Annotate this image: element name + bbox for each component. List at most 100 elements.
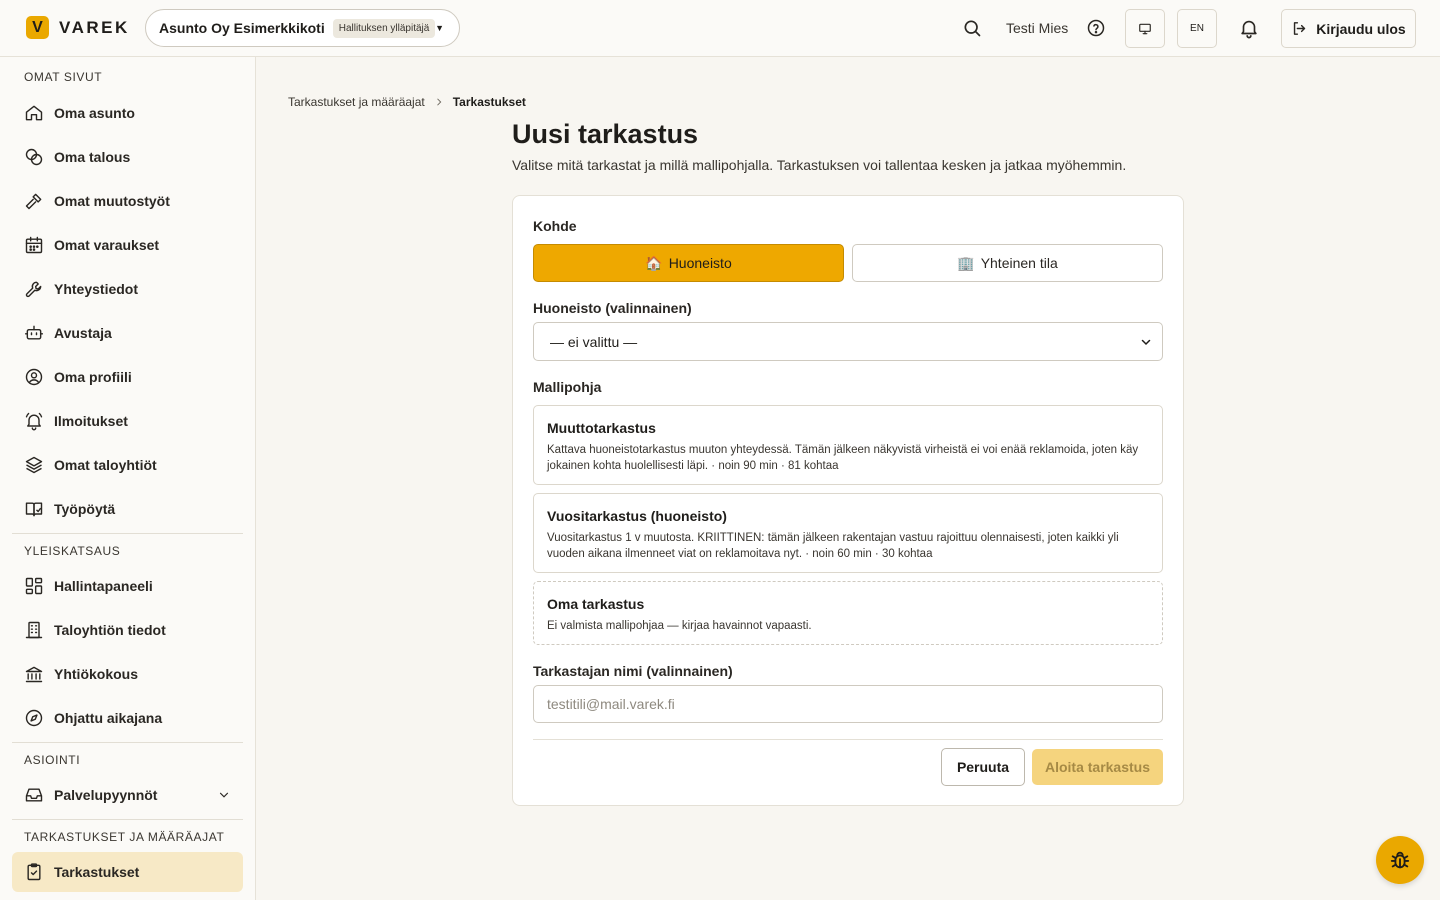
building-icon <box>25 621 43 639</box>
sidebar-item-yhtiokokous[interactable]: Yhtiökokous <box>12 654 243 694</box>
form-divider <box>533 739 1163 740</box>
landmark-icon <box>25 666 43 683</box>
template-description: Ei valmista mallipohjaa — kirjaa havainn… <box>547 620 812 632</box>
display-mode-button[interactable] <box>1125 9 1165 48</box>
huoneisto-select[interactable]: — ei valittu — <box>533 322 1163 361</box>
language-button[interactable]: EN <box>1177 9 1217 48</box>
hammer-icon <box>25 193 42 210</box>
sidebar-item-yhteystiedot[interactable]: Yhteystiedot <box>12 269 243 309</box>
template-title: Vuositarkastus (huoneisto) <box>547 508 727 524</box>
sidebar-item-hallintapaneeli[interactable]: Hallintapaneeli <box>12 566 243 606</box>
cancel-button[interactable]: Peruuta <box>941 748 1025 786</box>
clipboard-check-icon <box>27 863 41 881</box>
sidebar-item-oma-talous[interactable]: Oma talous <box>12 137 243 177</box>
sidebar-item-label: Hallintapaneeli <box>54 578 153 594</box>
template-option-oma-tarkastus[interactable]: Oma tarkastus Ei valmista mallipohjaa — … <box>533 581 1163 645</box>
template-option-vuositarkastus[interactable]: Vuositarkastus (huoneisto) Vuositarkastu… <box>533 493 1163 573</box>
breadcrumb-current: Tarkastukset <box>452 95 526 109</box>
start-inspection-button[interactable]: Aloita tarkastus <box>1032 749 1163 785</box>
kohde-label: Kohde <box>533 218 577 234</box>
organization-name: Asunto Oy Esimerkkikoti <box>159 20 325 36</box>
sidebar-divider <box>12 819 243 820</box>
chevron-down-icon <box>1141 339 1151 346</box>
sidebar-item-oma-profiili[interactable]: Oma profiili <box>12 357 243 397</box>
sidebar-item-avustaja[interactable]: Avustaja <box>12 313 243 353</box>
sidebar-item-palvelupyynnot[interactable]: Palvelupyynnöt <box>12 775 243 815</box>
sidebar-divider <box>12 742 243 743</box>
role-badge: Hallituksen ylläpitäjä <box>332 18 436 38</box>
page-title: Uusi tarkastus <box>512 119 699 149</box>
template-title: Muuttotarkastus <box>547 420 656 436</box>
wrench-icon <box>25 281 42 298</box>
bug-report-button[interactable] <box>1376 836 1424 884</box>
bell-icon[interactable] <box>1238 17 1260 39</box>
kohde-huoneisto-button[interactable]: 🏠 Huoneisto <box>533 244 844 282</box>
sidebar-item-label: Palvelupyynnöt <box>54 787 158 803</box>
sidebar-item-label: Yhteystiedot <box>54 281 139 297</box>
sidebar-item-ilmoitukset[interactable]: Ilmoitukset <box>12 401 243 441</box>
logo-text: VAREK <box>59 17 130 37</box>
sidebar-item-omat-taloyhtiot[interactable]: Omat taloyhtiöt <box>12 445 243 485</box>
kohde-option-label: Yhteinen tila <box>980 255 1058 271</box>
sidebar-item-taloyhtion-tiedot[interactable]: Taloyhtiön tiedot <box>12 610 243 650</box>
page-description: Valitse mitä tarkastat ja millä mallipoh… <box>512 157 1127 173</box>
sidebar-item-label: Oma profiili <box>54 369 132 385</box>
user-name[interactable]: Testi Mies <box>1006 20 1068 36</box>
sidebar-item-label: Yhtiökokous <box>54 666 139 682</box>
sidebar-section-title: TARKASTUKSET JA MÄÄRÄAJAT <box>24 830 225 844</box>
chevron-right-icon <box>437 98 442 106</box>
bot-icon <box>24 325 44 340</box>
sidebar-item-label: Avustaja <box>54 325 112 341</box>
huoneisto-select-value: — ei valittu — <box>550 333 638 350</box>
new-inspection-form: Kohde 🏠 Huoneisto 🏢 Yhteinen tila Huonei… <box>512 195 1184 806</box>
logout-label: Kirjaudu ulos <box>1316 20 1406 37</box>
sidebar-item-oma-asunto[interactable]: Oma asunto <box>12 93 243 133</box>
mallipohja-label: Mallipohja <box>533 379 602 395</box>
template-title: Oma tarkastus <box>547 596 645 612</box>
sidebar-item-label: Oma asunto <box>54 105 135 121</box>
monitor-icon <box>1139 23 1151 34</box>
book-icon <box>25 502 43 517</box>
sidebar-item-omat-muutostyot[interactable]: Omat muutostyöt <box>12 181 243 221</box>
sidebar-divider <box>12 533 243 534</box>
template-option-muuttotarkastus[interactable]: Muuttotarkastus Kattava huoneistotarkast… <box>533 405 1163 485</box>
home-icon <box>25 105 43 121</box>
sidebar-item-label: Taloyhtiön tiedot <box>54 622 166 638</box>
kohde-yhteinen-tila-button[interactable]: 🏢 Yhteinen tila <box>852 244 1163 282</box>
user-circle-icon <box>25 368 43 386</box>
sidebar-section-title: YLEISKATSAUS <box>24 544 121 558</box>
logout-icon <box>1294 22 1306 35</box>
sidebar-item-label: Tarkastukset <box>54 864 140 880</box>
sidebar-section-title: OMAT SIVUT <box>24 70 103 84</box>
logout-button[interactable]: Kirjaudu ulos <box>1281 9 1416 48</box>
organization-select[interactable]: Asunto Oy Esimerkkikoti Hallituksen yllä… <box>145 9 460 47</box>
compass-icon <box>25 709 43 727</box>
office-building-icon: 🏢 <box>957 254 975 271</box>
breadcrumb-parent-link[interactable]: Tarkastukset ja määräajat <box>288 95 425 109</box>
sidebar-item-tarkastukset[interactable]: Tarkastukset <box>12 852 243 892</box>
sidebar-item-ohjattu-aikajana[interactable]: Ohjattu aikajana <box>12 698 243 738</box>
inbox-icon <box>25 788 43 802</box>
sidebar-item-label: Omat taloyhtiöt <box>54 457 157 473</box>
logo[interactable]: V VAREK <box>26 16 130 39</box>
search-icon[interactable] <box>962 18 982 38</box>
bug-icon <box>1390 851 1410 869</box>
inspector-name-input[interactable] <box>533 685 1163 723</box>
kohde-option-label: Huoneisto <box>668 255 732 271</box>
sidebar-section-title: ASIOINTI <box>24 753 81 767</box>
sidebar-item-label: Omat muutostyöt <box>54 193 170 209</box>
logo-mark: V <box>26 16 49 39</box>
huoneisto-label: Huoneisto (valinnainen) <box>533 300 692 316</box>
chevron-down-icon[interactable] <box>217 788 231 802</box>
top-header: V VAREK Asunto Oy Esimerkkikoti Hallituk… <box>0 0 1440 57</box>
sidebar-item-label: Omat varaukset <box>54 237 160 253</box>
help-icon[interactable] <box>1086 18 1106 38</box>
coins-icon <box>25 148 43 166</box>
sidebar-item-label: Työpöytä <box>54 501 116 517</box>
calendar-icon <box>25 236 43 254</box>
sidebar-item-omat-varaukset[interactable]: Omat varaukset <box>12 225 243 265</box>
template-description: Vuositarkastus 1 v muutosta. KRIITTINEN:… <box>547 532 1119 560</box>
sidebar-item-tyopoyta[interactable]: Työpöytä <box>12 489 243 529</box>
dashboard-icon <box>25 577 43 595</box>
template-description: Kattava huoneistotarkastus muuton yhteyd… <box>547 444 1139 472</box>
